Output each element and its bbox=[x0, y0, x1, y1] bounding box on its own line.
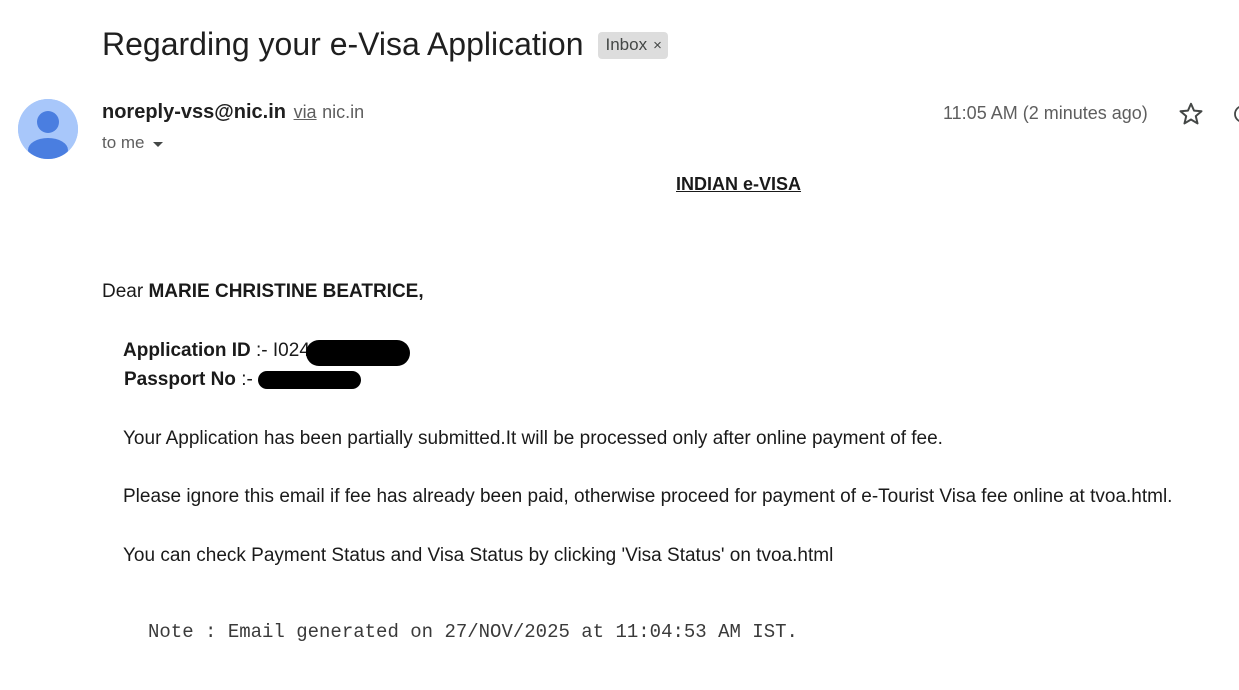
sender-line: noreply-vss@nic.in via nic.in bbox=[102, 101, 364, 124]
body-paragraph-status: You can check Payment Status and Visa St… bbox=[123, 545, 834, 566]
greeting-line: Dear MARIE CHRISTINE BEATRICE, bbox=[102, 281, 424, 303]
chevron-down-icon[interactable] bbox=[152, 141, 163, 147]
via-domain: nic.in bbox=[322, 102, 365, 122]
email-timestamp: 11:05 AM (2 minutes ago) bbox=[943, 103, 1148, 123]
close-icon[interactable]: × bbox=[653, 37, 662, 54]
application-id-label: Application ID bbox=[123, 340, 251, 361]
passport-label: Passport No bbox=[124, 369, 236, 390]
label-chip-text: Inbox bbox=[605, 35, 648, 54]
reaction-icon[interactable] bbox=[1232, 103, 1239, 125]
application-id-separator: :- bbox=[250, 340, 273, 361]
via-link[interactable]: via bbox=[294, 102, 317, 122]
email-view: Regarding your e-Visa Application Inbox … bbox=[0, 0, 1239, 690]
application-id-value: I024 bbox=[272, 340, 310, 361]
body-paragraph-payment: Your Application has been partially subm… bbox=[123, 428, 943, 449]
generated-note: Note : Email generated on 27/NOV/2025 at… bbox=[148, 621, 798, 643]
passport-line: Passport No :- bbox=[124, 369, 253, 391]
recipient-name: MARIE CHRISTINE BEATRICE, bbox=[148, 281, 424, 302]
recipient-line: to me bbox=[102, 133, 163, 153]
greeting-prefix: Dear bbox=[102, 281, 149, 302]
recipient-text: to me bbox=[102, 133, 145, 152]
inbox-label-chip[interactable]: Inbox × bbox=[598, 32, 668, 59]
body-title: INDIAN e-VISA bbox=[676, 174, 802, 194]
person-avatar-icon[interactable] bbox=[18, 99, 78, 159]
passport-redaction bbox=[258, 371, 361, 389]
application-id-line: Application ID :- I024 bbox=[123, 340, 310, 362]
passport-separator: :- bbox=[235, 369, 253, 390]
body-paragraph-ignore: Please ignore this email if fee has alre… bbox=[123, 486, 1173, 507]
subject-row: Regarding your e-Visa Application Inbox … bbox=[102, 26, 668, 63]
sender-name[interactable]: noreply-vss@nic.in bbox=[102, 101, 286, 123]
application-id-redaction bbox=[306, 340, 410, 366]
email-subject: Regarding your e-Visa Application bbox=[102, 26, 584, 62]
star-icon[interactable] bbox=[1177, 100, 1205, 128]
